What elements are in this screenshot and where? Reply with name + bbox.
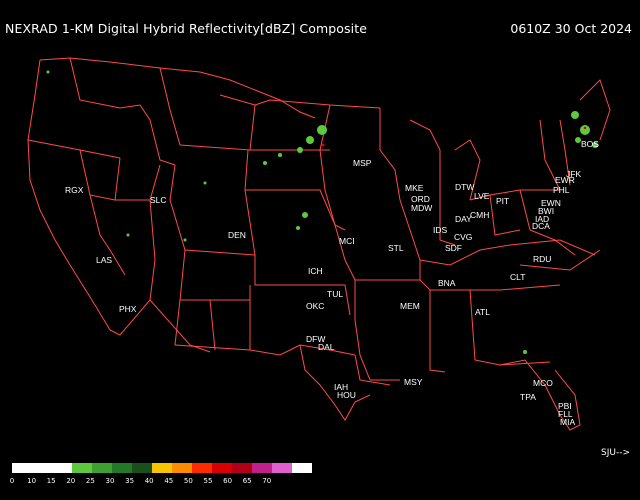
station-label: MDW bbox=[411, 203, 432, 213]
legend-label: 50 bbox=[183, 477, 193, 485]
legend-swatch bbox=[252, 463, 272, 473]
station-label: MKE bbox=[405, 183, 424, 193]
station-label: CVG bbox=[454, 232, 472, 242]
station-label: TPA bbox=[520, 392, 536, 402]
legend-label: 60 bbox=[223, 477, 233, 485]
dbz-color-scale bbox=[12, 463, 312, 473]
station-label: CLT bbox=[510, 272, 525, 282]
legend-swatch bbox=[12, 463, 32, 473]
station-label: PHL bbox=[553, 185, 570, 195]
legend-swatch bbox=[272, 463, 292, 473]
legend-swatch bbox=[72, 463, 92, 473]
station-label: DAL bbox=[318, 342, 335, 352]
radar-map: RGX SLC LAS PHX DEN MSP MKE ORD MDW DTW … bbox=[27, 57, 611, 431]
legend-swatch bbox=[52, 463, 72, 473]
legend-swatch bbox=[292, 463, 312, 473]
station-label: STL bbox=[388, 243, 404, 253]
legend-label: 55 bbox=[203, 477, 213, 485]
legend-swatch bbox=[132, 463, 152, 473]
next-region-button[interactable]: SJU--> bbox=[601, 448, 630, 458]
legend-swatch bbox=[32, 463, 52, 473]
station-labels: RGX SLC LAS PHX DEN MSP MKE ORD MDW DTW … bbox=[65, 139, 599, 427]
legend-label: 65 bbox=[242, 477, 252, 485]
legend-swatch bbox=[112, 463, 132, 473]
station-label: SLC bbox=[150, 195, 167, 205]
state-boundaries bbox=[27, 57, 611, 431]
station-label: DEN bbox=[228, 230, 246, 240]
station-label: PHX bbox=[119, 304, 137, 314]
station-label: OKC bbox=[306, 301, 324, 311]
legend-swatch bbox=[232, 463, 252, 473]
radar-echoes-strong bbox=[321, 126, 587, 147]
map-timestamp: 0610Z 30 Oct 2024 bbox=[510, 21, 632, 36]
station-label: LAS bbox=[96, 255, 112, 265]
station-label: DTW bbox=[455, 182, 474, 192]
map-title: NEXRAD 1-KM Digital Hybrid Reflectivity[… bbox=[5, 21, 368, 36]
legend-label: 15 bbox=[46, 477, 56, 485]
station-label: IDS bbox=[433, 225, 448, 235]
title-bar: NEXRAD 1-KM Digital Hybrid Reflectivity[… bbox=[0, 0, 640, 36]
legend-label: 25 bbox=[85, 477, 95, 485]
station-label: MSP bbox=[353, 158, 372, 168]
station-label: RGX bbox=[65, 185, 84, 195]
station-label: MSY bbox=[404, 377, 423, 387]
dbz-scale-labels: 0 10 15 20 25 30 35 40 45 50 55 60 65 70 bbox=[0, 477, 640, 489]
station-label: ATL bbox=[475, 307, 490, 317]
legend-label: 45 bbox=[164, 477, 174, 485]
station-label: BNA bbox=[438, 278, 456, 288]
station-label: CMH bbox=[470, 210, 489, 220]
station-label: MCO bbox=[533, 378, 553, 388]
station-label: MIA bbox=[560, 417, 575, 427]
legend-swatch bbox=[212, 463, 232, 473]
station-label: BOS bbox=[581, 139, 599, 149]
station-label: JFK bbox=[566, 169, 581, 179]
station-label: DCA bbox=[532, 221, 550, 231]
station-label: SDF bbox=[445, 243, 462, 253]
legend-label: 40 bbox=[144, 477, 154, 485]
station-label: LVE bbox=[474, 191, 490, 201]
legend-label: 20 bbox=[66, 477, 76, 485]
station-label: TUL bbox=[327, 289, 343, 299]
legend-label: 35 bbox=[125, 477, 135, 485]
legend-label: 30 bbox=[105, 477, 115, 485]
station-label: DAY bbox=[455, 214, 472, 224]
legend-swatch bbox=[152, 463, 172, 473]
station-label: MEM bbox=[400, 301, 420, 311]
legend-swatch bbox=[192, 463, 212, 473]
station-label: HOU bbox=[337, 390, 356, 400]
legend-label: 0 bbox=[9, 477, 15, 485]
station-label: MCI bbox=[339, 236, 355, 246]
legend-swatch bbox=[92, 463, 112, 473]
station-label: PIT bbox=[496, 196, 509, 206]
legend-label: 10 bbox=[27, 477, 37, 485]
legend-swatch bbox=[172, 463, 192, 473]
station-label: RDU bbox=[533, 254, 551, 264]
station-label: ICH bbox=[308, 266, 323, 276]
legend-label: 70 bbox=[262, 477, 272, 485]
